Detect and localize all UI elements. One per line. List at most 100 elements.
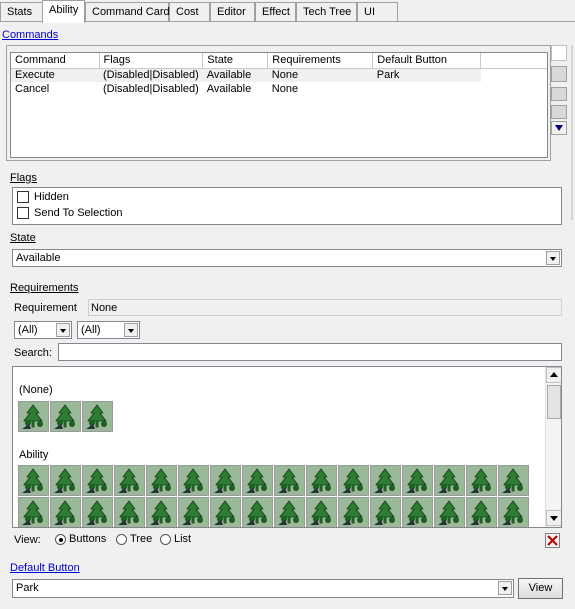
button-icon[interactable]	[402, 497, 433, 527]
scroll-up-button[interactable]	[546, 367, 561, 383]
tree-icon	[147, 466, 176, 495]
tab-ui[interactable]: UI	[357, 2, 398, 22]
search-input[interactable]	[58, 343, 562, 361]
flag-hidden[interactable]: Hidden	[17, 191, 69, 204]
table-cell: Park	[372, 68, 481, 82]
column-header-default-button[interactable]: Default Button	[372, 53, 482, 69]
tab-tech-tree[interactable]: Tech Tree	[296, 2, 357, 22]
button-icon[interactable]	[82, 401, 113, 432]
column-header-spacer	[480, 53, 547, 69]
table-cell	[481, 82, 547, 96]
button-icon[interactable]	[114, 497, 145, 527]
button-icon[interactable]	[274, 497, 305, 527]
button-icon[interactable]	[50, 401, 81, 432]
tab-command-card[interactable]: Command Card	[85, 2, 170, 22]
button-icon[interactable]	[210, 497, 241, 527]
button-icon[interactable]	[210, 465, 241, 496]
tab-effect[interactable]: Effect	[255, 2, 296, 22]
commands-link[interactable]: Commands	[2, 29, 58, 41]
table-cell	[480, 68, 547, 82]
button-icon[interactable]	[274, 465, 305, 496]
scroll-thumb[interactable]	[551, 105, 567, 119]
button-icon[interactable]	[402, 465, 433, 496]
tree-icon	[19, 402, 48, 431]
button-icon[interactable]	[306, 497, 337, 527]
default-button-dropdown[interactable]: Park	[12, 579, 514, 598]
button-icon[interactable]	[178, 497, 209, 527]
clear-button[interactable]	[545, 533, 560, 548]
scroll-thumb[interactable]	[551, 87, 567, 101]
button-icon[interactable]	[178, 465, 209, 496]
radio[interactable]	[160, 533, 171, 545]
radio[interactable]	[116, 533, 127, 545]
icon-group-ability	[18, 465, 538, 527]
button-icon[interactable]	[18, 497, 49, 527]
tab-ability[interactable]: Ability	[42, 0, 85, 23]
column-header-flags[interactable]: Flags	[99, 53, 204, 69]
button-icon[interactable]	[466, 497, 497, 527]
scroll-down-button[interactable]	[546, 510, 561, 526]
table-row[interactable]: Execute (Disabled|Disabled) Available No…	[11, 68, 547, 82]
table-row[interactable]: Cancel (Disabled|Disabled) Available Non…	[11, 82, 547, 96]
tree-icon	[179, 498, 208, 527]
tab-label: Tech Tree	[303, 6, 352, 18]
button-icon[interactable]	[18, 465, 49, 496]
requirement-filter-dropdown-2[interactable]: (All)	[77, 321, 140, 339]
tree-icon	[19, 466, 48, 495]
view-radio-list[interactable]: List	[160, 533, 191, 545]
button-icon[interactable]	[338, 497, 369, 527]
default-button-link[interactable]: Default Button	[10, 562, 80, 574]
requirements-label: Requirements	[10, 282, 79, 294]
checkbox[interactable]	[17, 191, 29, 204]
radio[interactable]	[55, 533, 66, 545]
chevron-down-icon[interactable]	[124, 323, 138, 337]
button-icon[interactable]	[466, 465, 497, 496]
scroll-down-button[interactable]	[551, 121, 567, 135]
button-icon[interactable]	[242, 465, 273, 496]
page-scrollbar[interactable]	[551, 45, 569, 135]
view-button[interactable]: View	[518, 578, 563, 599]
chevron-down-icon[interactable]	[546, 251, 560, 265]
button-icon[interactable]	[50, 465, 81, 496]
button-icon[interactable]	[370, 465, 401, 496]
view-radio-buttons[interactable]: Buttons	[55, 533, 106, 545]
button-icon[interactable]	[82, 497, 113, 527]
scroll-thumb[interactable]	[547, 385, 561, 419]
button-icon[interactable]	[18, 401, 49, 432]
button-icon[interactable]	[114, 465, 145, 496]
flag-send-to-selection[interactable]: Send To Selection	[17, 207, 122, 220]
button-icon[interactable]	[434, 497, 465, 527]
button-icon[interactable]	[50, 497, 81, 527]
scroll-button[interactable]	[551, 45, 567, 61]
button-icon[interactable]	[82, 465, 113, 496]
requirement-filter-dropdown[interactable]: (All)	[14, 321, 72, 339]
tab-cost[interactable]: Cost	[169, 2, 210, 22]
button-icon[interactable]	[370, 497, 401, 527]
chevron-down-icon	[555, 125, 563, 131]
table-cell: Available	[206, 83, 252, 95]
state-dropdown[interactable]: Available	[12, 249, 562, 267]
grid-scrollbar[interactable]	[545, 367, 561, 527]
button-icon[interactable]	[146, 497, 177, 527]
button-icon[interactable]	[146, 465, 177, 496]
tree-icon	[339, 498, 368, 527]
button-icon[interactable]	[498, 497, 529, 527]
column-header-requirements[interactable]: Requirements	[267, 53, 374, 69]
checkbox[interactable]	[17, 207, 29, 220]
chevron-down-icon[interactable]	[498, 581, 512, 595]
column-header-command[interactable]: Command	[11, 53, 100, 69]
scroll-thumb[interactable]	[551, 66, 567, 82]
button-icon[interactable]	[306, 465, 337, 496]
radio-label: Tree	[130, 533, 153, 545]
button-icon[interactable]	[434, 465, 465, 496]
chevron-down-icon[interactable]	[56, 323, 70, 337]
column-header-state[interactable]: State	[202, 53, 269, 69]
tab-stats[interactable]: Stats	[0, 2, 43, 22]
button-icon[interactable]	[498, 465, 529, 496]
tree-icon	[275, 498, 304, 527]
button-icon[interactable]	[242, 497, 273, 527]
tab-editor[interactable]: Editor	[210, 2, 255, 22]
tab-bar: Stats Ability Command Card Cost Editor E…	[0, 0, 575, 23]
view-radio-tree[interactable]: Tree	[116, 533, 152, 545]
button-icon[interactable]	[338, 465, 369, 496]
